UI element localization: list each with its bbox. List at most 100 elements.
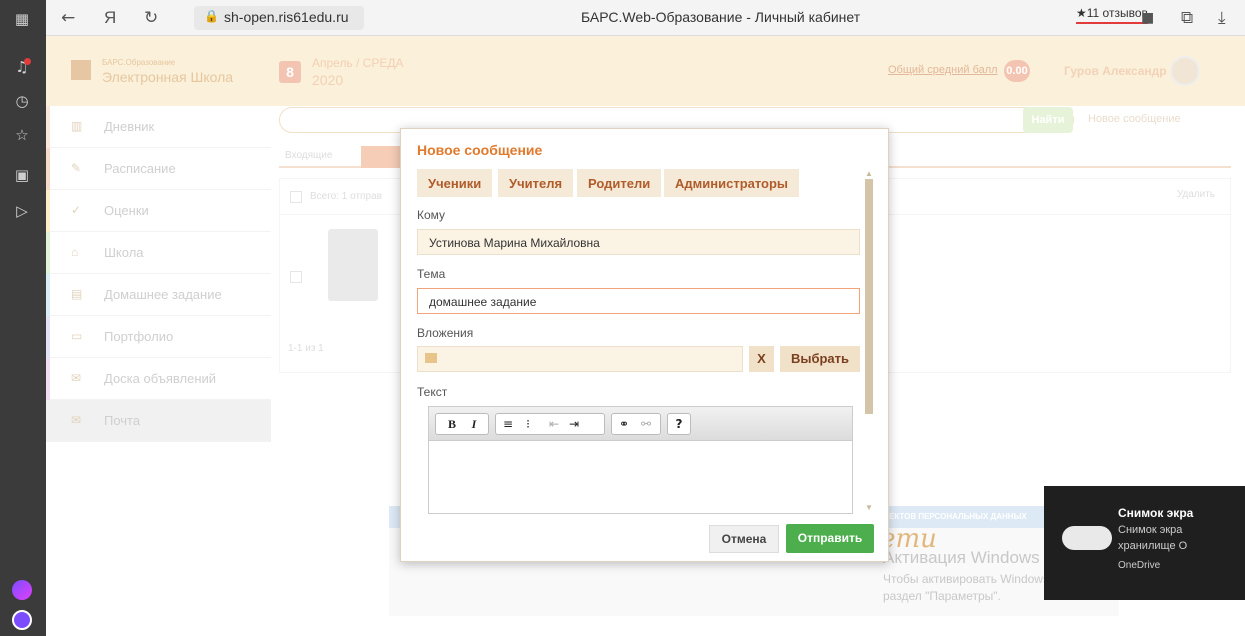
list-group: ≡ ⁝ ⇤ ⇥ xyxy=(495,413,605,435)
cancel-button[interactable]: Отмена xyxy=(709,525,779,553)
tab-parents[interactable]: Родители xyxy=(577,169,662,197)
sidebar-item-school[interactable]: ⌂ Школа xyxy=(46,232,271,274)
bookmark-icon[interactable]: ■ xyxy=(1141,10,1154,26)
dialog-scrollbar[interactable]: ▲ ▼ xyxy=(864,169,874,514)
user-avatar[interactable] xyxy=(1170,56,1200,86)
protect-icon[interactable]: ⧉ xyxy=(1181,8,1193,28)
portfolio-icon: ▭ xyxy=(71,329,83,343)
history-icon[interactable]: ◷ xyxy=(11,90,33,112)
attachment-field[interactable] xyxy=(417,346,743,372)
clear-attachment-button[interactable]: X xyxy=(749,346,774,372)
activation-text-2: раздел "Параметры". xyxy=(883,589,1001,603)
link-group: ⚭ ⚯ xyxy=(611,413,661,435)
site-header: БАРС.Образование Электронная Школа 8 Апр… xyxy=(46,36,1245,106)
favorites-icon[interactable]: ☆ xyxy=(11,124,33,146)
sidebar-item-label: Портфолио xyxy=(104,329,174,344)
schedule-icon: ✎ xyxy=(71,161,82,175)
find-button[interactable]: Найти xyxy=(1023,107,1073,133)
outdent-icon[interactable]: ⇤ xyxy=(546,416,562,432)
yandex-logo-icon[interactable]: Я xyxy=(104,8,116,28)
play-icon[interactable]: ▷ xyxy=(11,200,33,222)
date-day: 8 xyxy=(279,61,301,83)
pager: 1-1 из 1 xyxy=(288,343,324,354)
download-icon[interactable]: ⤓ xyxy=(1218,8,1226,28)
text-label: Текст xyxy=(417,385,448,399)
collections-icon[interactable]: ▣ xyxy=(11,164,33,186)
choose-file-button[interactable]: Выбрать xyxy=(780,346,860,372)
tab-incoming[interactable]: Входящие xyxy=(285,150,332,161)
send-button[interactable]: Отправить xyxy=(786,524,874,553)
refresh-icon[interactable]: ↻ xyxy=(144,8,158,28)
select-all-checkbox[interactable] xyxy=(290,191,302,203)
sidebar-stripe xyxy=(46,190,50,232)
indent-icon[interactable]: ⇥ xyxy=(566,416,582,432)
toast-line-2: хранилище О xyxy=(1118,540,1188,552)
average-grade-badge: 0.00 xyxy=(1004,60,1030,82)
toast-title: Снимок экра xyxy=(1118,506,1194,520)
alice-assistant-icon[interactable] xyxy=(12,580,32,600)
sidebar-item-label: Домашнее задание xyxy=(104,287,222,302)
sidebar-item-schedule[interactable]: ✎ Расписание xyxy=(46,148,271,190)
banner-text: ЕКТОВ ПЕРСОНАЛЬНЫХ ДАННЫХ xyxy=(889,512,1027,521)
unlink-icon[interactable]: ⚯ xyxy=(638,416,654,432)
new-message-link[interactable]: Новое сообщение xyxy=(1088,113,1181,125)
link-icon[interactable]: ⚭ xyxy=(616,416,632,432)
help-group: ? xyxy=(667,413,691,435)
sidebar-item-label: Расписание xyxy=(104,161,176,176)
school-icon: ⌂ xyxy=(71,245,79,259)
italic-button[interactable]: I xyxy=(466,416,482,432)
mail-icon: ✉ xyxy=(71,413,82,427)
help-button[interactable]: ? xyxy=(671,416,687,432)
scroll-up-icon[interactable]: ▲ xyxy=(864,169,874,179)
bold-button[interactable]: B xyxy=(444,416,460,432)
logo-title[interactable]: Электронная Школа xyxy=(102,69,233,85)
page-title: БАРС.Web-Образование - Личный кабинет xyxy=(581,9,861,25)
dialog-title: Новое сообщение xyxy=(417,142,543,158)
back-arrow-icon[interactable]: ← xyxy=(61,8,75,28)
sidebar-item-grades[interactable]: ✓ Оценки xyxy=(46,190,271,232)
alice-voice-icon[interactable] xyxy=(12,610,32,630)
grades-icon: ✓ xyxy=(71,203,82,217)
address-bar[interactable]: 🔒 sh-open.ris61edu.ru xyxy=(194,6,364,30)
recipient-field[interactable]: Устинова Марина Михайловна xyxy=(417,229,860,255)
sidebar-stripe xyxy=(46,232,50,274)
sidebar-item-board[interactable]: ✉ Доска объявлений xyxy=(46,358,271,400)
sidebar-item-portfolio[interactable]: ▭ Портфолио xyxy=(46,316,271,358)
onedrive-toast[interactable]: Снимок экра Снимок экра хранилище О OneD… xyxy=(1044,486,1245,600)
folder-icon xyxy=(425,353,437,363)
user-name[interactable]: Гуров Александр xyxy=(1064,64,1167,78)
homework-icon: ▤ xyxy=(71,287,83,301)
onedrive-cloud-icon xyxy=(1062,526,1112,550)
scroll-down-icon[interactable]: ▼ xyxy=(864,503,874,513)
sidebar-item-label: Школа xyxy=(104,245,144,260)
logo-icon xyxy=(71,60,91,80)
logo-subtitle: БАРС.Образование xyxy=(102,58,176,67)
tab-admins[interactable]: Администраторы xyxy=(664,169,800,197)
message-checkbox[interactable] xyxy=(290,271,302,283)
subject-input[interactable]: домашнее задание xyxy=(417,288,860,314)
sidebar-item-mail[interactable]: ✉ Почта xyxy=(46,400,271,442)
tab-teachers[interactable]: Учителя xyxy=(498,169,574,197)
average-grade-link[interactable]: Общий средний балл xyxy=(888,64,998,76)
scroll-thumb[interactable] xyxy=(865,179,873,414)
apps-grid-icon[interactable]: ▦ xyxy=(11,8,33,30)
browser-side-rail: ▦ ♫ ◷ ☆ ▣ ▷ xyxy=(0,0,46,636)
date-year: 2020 xyxy=(312,72,344,88)
delete-button[interactable]: Удалить xyxy=(1177,189,1215,200)
sidebar-item-diary[interactable]: ▥ Дневник xyxy=(46,106,271,148)
sidebar-item-homework[interactable]: ▤ Домашнее задание xyxy=(46,274,271,316)
subject-label: Тема xyxy=(417,267,446,281)
bullet-list-icon[interactable]: ⁝ xyxy=(520,416,536,432)
tab-students[interactable]: Ученики xyxy=(417,169,493,197)
toast-source: OneDrive xyxy=(1118,560,1161,571)
ordered-list-icon[interactable]: ≡ xyxy=(500,416,516,432)
total-count: Всего: 1 отправ xyxy=(310,191,382,202)
editor-toolbar: B I ≡ ⁝ ⇤ ⇥ ⚭ ⚯ ? xyxy=(429,407,852,441)
toast-line: Снимок экра xyxy=(1118,524,1183,536)
message-editor[interactable]: B I ≡ ⁝ ⇤ ⇥ ⚭ ⚯ ? xyxy=(428,406,853,514)
reviews-link[interactable]: ★11 отзывов xyxy=(1076,6,1148,24)
sidebar-stripe xyxy=(46,106,50,148)
tab-outgoing[interactable] xyxy=(361,146,401,168)
sidebar-stripe xyxy=(46,316,50,358)
sidebar-item-label: Дневник xyxy=(104,119,155,134)
